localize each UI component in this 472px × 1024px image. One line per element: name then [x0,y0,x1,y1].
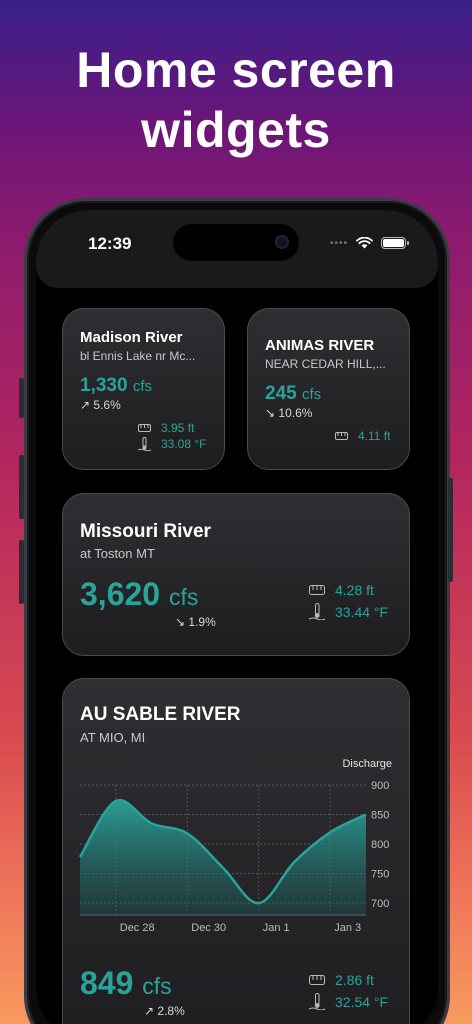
headline-line-1: Home screen [76,42,396,98]
volume-up-button [19,455,24,519]
ruler-icon [335,432,348,440]
battery-icon [381,237,409,249]
gauge-height: 2.86 ft [309,972,374,988]
river-name: AU SABLE RIVER [80,704,241,725]
discharge-chart: Discharge 900 850 800 750 700 Dec 28 Dec 30 Ja… [63,755,411,950]
thermometer-icon [138,437,151,451]
widget-animas-river[interactable]: ANIMAS RIVER NEAR CEDAR HILL,... 245 cfs… [247,308,410,470]
discharge-change: ↗ 2.8% [144,1004,185,1018]
discharge-chart-svg: Discharge 900 850 800 750 700 Dec 28 Dec 30 Ja… [78,758,392,934]
arrow-down-right-icon: ↘ [175,615,186,629]
status-time: 12:39 [88,234,132,253]
headline: Home screen widgets [0,40,472,160]
discharge-value: 849 cfs [80,965,172,1001]
widget-madison-river[interactable]: Madison River bl Ennis Lake nr Mc... 1,3… [62,308,225,470]
arrow-up-right-icon: ↗ [80,398,91,412]
widget-au-sable-river[interactable]: AU SABLE RIVER AT MIO, MI Discharge 900 8… [62,678,410,1024]
dynamic-island [173,224,299,261]
status-icons: •••• [329,237,409,249]
ruler-icon [309,585,325,595]
discharge-value: 1,330 cfs [80,375,152,396]
station-name: at Toston MT [80,546,155,561]
gauge-height: 4.28 ft [309,582,374,598]
x-tick-label: Dec 28 [120,922,155,934]
gauge-height: 3.95 ft [138,421,194,435]
ruler-icon [309,975,325,985]
headline-line-2: widgets [141,102,331,158]
volume-down-button [19,540,24,604]
power-button [448,478,453,582]
station-name: bl Ennis Lake nr Mc... [80,349,196,363]
y-tick-label: 750 [371,869,389,881]
x-tick-label: Dec 30 [191,922,226,934]
thermometer-icon [309,603,325,620]
arrow-up-right-icon: ↗ [144,1004,155,1018]
discharge-change: ↗ 5.6% [80,398,121,412]
water-temperature: 33.08 °F [138,437,207,451]
widget-missouri-river[interactable]: Missouri River at Toston MT 3,620 cfs ↘ … [62,493,410,656]
y-tick-label: 800 [371,839,389,851]
y-tick-label: 700 [371,898,389,910]
station-name: AT MIO, MI [80,730,146,745]
arrow-down-right-icon: ↘ [265,406,276,420]
river-name: ANIMAS RIVER [265,337,375,354]
water-temperature: 33.44 °F [309,603,388,620]
thermometer-icon [309,993,325,1010]
camera-icon [275,235,289,249]
action-button [19,378,24,418]
phone-screen: 12:39 •••• Madison River bl Ennis Lake n… [36,210,438,1024]
river-name: Madison River [80,329,183,346]
discharge-change: ↘ 10.6% [265,406,313,420]
water-temperature: 32.54 °F [309,993,388,1010]
y-tick-label: 850 [371,810,389,822]
wifi-icon [356,237,373,249]
station-name: NEAR CEDAR HILL,... [265,357,386,371]
y-tick-label: 900 [371,780,389,792]
x-tick-label: Jan 1 [263,922,290,934]
discharge-change: ↘ 1.9% [175,615,216,629]
discharge-area [80,800,366,915]
gauge-height: 4.11 ft [335,429,390,443]
river-name: Missouri River [80,521,211,542]
x-tick-label: Jan 3 [334,922,361,934]
signal-icon: •••• [329,237,348,249]
ruler-icon [138,424,151,432]
chart-legend: Discharge [342,758,392,770]
status-bar: 12:39 •••• [36,210,438,288]
discharge-value: 3,620 cfs [80,576,199,612]
discharge-value: 245 cfs [265,383,322,404]
